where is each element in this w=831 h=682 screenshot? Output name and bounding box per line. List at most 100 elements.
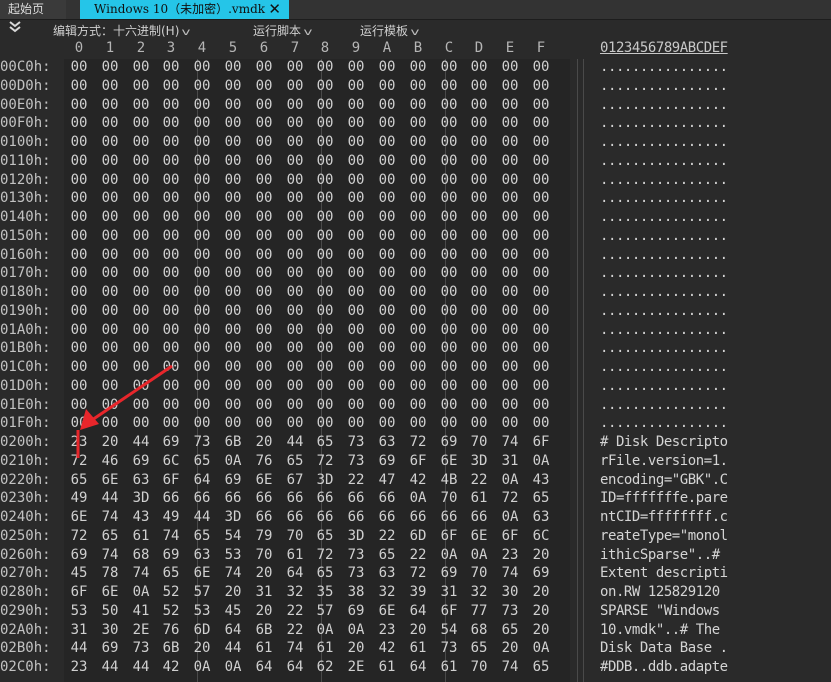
hex-byte[interactable]: 00	[221, 415, 245, 431]
hex-byte[interactable]: 00	[498, 172, 522, 188]
hex-byte[interactable]: 00	[498, 415, 522, 431]
hex-byte[interactable]: 00	[529, 378, 553, 394]
hex-byte[interactable]: 35	[313, 584, 337, 600]
hex-byte[interactable]: 32	[375, 584, 399, 600]
hex-byte[interactable]: 00	[252, 134, 276, 150]
hex-byte[interactable]: 00	[159, 284, 183, 300]
hex-byte[interactable]: 00	[221, 115, 245, 131]
hex-byte[interactable]: 00	[313, 284, 337, 300]
hex-byte[interactable]: 63	[529, 509, 553, 525]
hex-byte[interactable]: 00	[313, 247, 337, 263]
hex-byte[interactable]: 6F	[159, 472, 183, 488]
hex-byte[interactable]: 00	[313, 397, 337, 413]
hex-byte[interactable]: 65	[313, 528, 337, 544]
hex-byte[interactable]: 00	[467, 153, 491, 169]
hex-byte[interactable]: 00	[98, 303, 122, 319]
hex-byte[interactable]: 66	[252, 509, 276, 525]
hex-byte[interactable]: 00	[283, 153, 307, 169]
hex-byte[interactable]: 00	[252, 78, 276, 94]
hex-byte[interactable]: 00	[283, 359, 307, 375]
hex-byte[interactable]: 00	[67, 265, 91, 281]
hex-byte[interactable]: 00	[129, 209, 153, 225]
hex-byte[interactable]: 61	[467, 490, 491, 506]
hex-byte[interactable]: 00	[67, 97, 91, 113]
hex-byte[interactable]: 0A	[437, 547, 461, 563]
hex-byte[interactable]: 00	[529, 228, 553, 244]
hex-byte[interactable]: 00	[375, 397, 399, 413]
hex-byte[interactable]: 00	[159, 190, 183, 206]
hex-byte[interactable]: 00	[437, 59, 461, 75]
hex-byte[interactable]: 6F	[498, 528, 522, 544]
hex-byte[interactable]: 38	[344, 584, 368, 600]
hex-byte[interactable]: 00	[98, 228, 122, 244]
hex-byte[interactable]: 65	[498, 622, 522, 638]
hex-byte[interactable]: 69	[375, 453, 399, 469]
hex-byte[interactable]: 00	[98, 397, 122, 413]
hex-byte[interactable]: 74	[498, 434, 522, 450]
hex-byte[interactable]: 00	[159, 115, 183, 131]
hex-byte[interactable]: 00	[283, 190, 307, 206]
hex-byte[interactable]: 00	[159, 359, 183, 375]
hex-byte[interactable]: 00	[67, 172, 91, 188]
hex-byte[interactable]: 45	[67, 565, 91, 581]
hex-byte[interactable]: 00	[529, 284, 553, 300]
hex-byte[interactable]: 64	[406, 659, 430, 675]
hex-byte[interactable]: 64	[283, 565, 307, 581]
hex-byte[interactable]: 00	[67, 78, 91, 94]
hex-byte[interactable]: 00	[406, 115, 430, 131]
hex-byte[interactable]: 00	[344, 415, 368, 431]
hex-byte[interactable]: 00	[467, 322, 491, 338]
hex-byte[interactable]: 00	[221, 190, 245, 206]
ascii-text[interactable]: ................	[600, 340, 728, 356]
hex-byte[interactable]: 00	[67, 59, 91, 75]
run-template-dropdown[interactable]: 运行模板 v	[360, 22, 419, 39]
hex-byte[interactable]: 00	[498, 228, 522, 244]
hex-byte[interactable]: 23	[67, 434, 91, 450]
hex-byte[interactable]: 66	[467, 509, 491, 525]
hex-byte[interactable]: 00	[313, 190, 337, 206]
hex-byte[interactable]: 74	[98, 547, 122, 563]
hex-byte[interactable]: 00	[190, 322, 214, 338]
hex-byte[interactable]: 69	[129, 453, 153, 469]
hex-byte[interactable]: 23	[498, 547, 522, 563]
ascii-text[interactable]: reateType="monol	[600, 528, 728, 544]
hex-byte[interactable]: 20	[529, 584, 553, 600]
hex-byte[interactable]: 65	[190, 528, 214, 544]
hex-byte[interactable]: 00	[313, 303, 337, 319]
hex-byte[interactable]: 00	[159, 172, 183, 188]
hex-byte[interactable]: 00	[98, 190, 122, 206]
hex-byte[interactable]: 00	[437, 303, 461, 319]
hex-byte[interactable]: 57	[313, 603, 337, 619]
hex-byte[interactable]: 68	[467, 622, 491, 638]
hex-byte[interactable]: 20	[406, 622, 430, 638]
hex-byte[interactable]: 00	[67, 134, 91, 150]
hex-byte[interactable]: 00	[190, 359, 214, 375]
hex-byte[interactable]: 00	[252, 153, 276, 169]
hex-byte[interactable]: 00	[467, 359, 491, 375]
hex-byte[interactable]: 00	[529, 134, 553, 150]
hex-byte[interactable]: 00	[529, 340, 553, 356]
hex-byte[interactable]: 74	[159, 528, 183, 544]
hex-byte[interactable]: 00	[129, 284, 153, 300]
hex-byte[interactable]: 00	[190, 378, 214, 394]
ascii-text[interactable]: ................	[600, 228, 728, 244]
hex-byte[interactable]: 00	[129, 322, 153, 338]
hex-byte[interactable]: 23	[375, 622, 399, 638]
hex-editor-view[interactable]: 00C0h: 00 00 00 00 00 00 00 00 00 00 00 00 00 00 00 00..…	[0, 59, 831, 682]
hex-byte[interactable]: 69	[159, 434, 183, 450]
hex-byte[interactable]: 20	[529, 547, 553, 563]
hex-byte[interactable]: 00	[129, 378, 153, 394]
hex-byte[interactable]: 0A	[529, 453, 553, 469]
hex-byte[interactable]: 20	[344, 640, 368, 656]
hex-byte[interactable]: 53	[190, 603, 214, 619]
hex-byte[interactable]: 6F	[406, 453, 430, 469]
hex-byte[interactable]: 73	[190, 434, 214, 450]
ascii-text[interactable]: ................	[600, 78, 728, 94]
hex-byte[interactable]: 00	[252, 97, 276, 113]
hex-byte[interactable]: 00	[529, 190, 553, 206]
hex-byte[interactable]: 00	[437, 78, 461, 94]
hex-byte[interactable]: 00	[437, 97, 461, 113]
hex-byte[interactable]: 70	[467, 434, 491, 450]
hex-byte[interactable]: 0A	[221, 453, 245, 469]
hex-byte[interactable]: 70	[283, 528, 307, 544]
